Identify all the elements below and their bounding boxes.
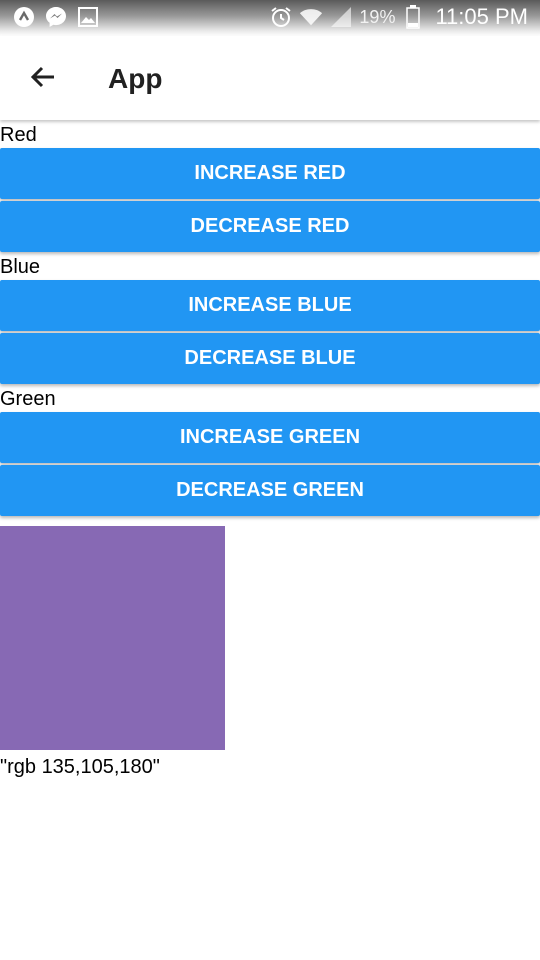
red-label: Red <box>0 124 37 146</box>
gallery-icon <box>76 5 100 29</box>
clock: 11:05 PM <box>435 4 528 29</box>
app-icon <box>12 5 36 29</box>
battery-icon <box>401 5 425 29</box>
color-controls: Red INCREASE RED DECREASE RED Blue INCRE… <box>0 122 540 518</box>
increase-red-button[interactable]: INCREASE RED <box>0 148 540 199</box>
page-title: App <box>108 63 163 94</box>
alarm-icon <box>269 5 293 29</box>
green-control-group: Green INCREASE GREEN DECREASE GREEN <box>0 386 540 516</box>
messenger-icon <box>44 5 68 29</box>
red-control-group: Red INCREASE RED DECREASE RED <box>0 122 540 252</box>
decrease-green-button[interactable]: DECREASE GREEN <box>0 465 540 516</box>
blue-control-group: Blue INCREASE BLUE DECREASE BLUE <box>0 254 540 384</box>
battery-percent: 19% <box>359 6 396 27</box>
increase-green-button[interactable]: INCREASE GREEN <box>0 412 540 463</box>
screen: 19% 11:05 PM App Red INCREASE RED DECREA… <box>0 0 540 960</box>
green-label: Green <box>0 388 56 410</box>
back-button[interactable] <box>22 58 64 100</box>
wifi-icon <box>299 5 323 29</box>
color-preview-swatch <box>0 526 225 750</box>
status-bar: 19% 11:05 PM <box>0 0 540 36</box>
status-indicators: 19% 11:05 PM <box>269 4 528 30</box>
increase-blue-button[interactable]: INCREASE BLUE <box>0 280 540 331</box>
blue-label: Blue <box>0 256 41 278</box>
arrow-back-icon <box>29 63 57 96</box>
notification-icons <box>12 5 100 29</box>
decrease-red-button[interactable]: DECREASE RED <box>0 201 540 252</box>
app-bar: App <box>0 36 540 120</box>
rgb-value-text: "rgb 135,105,180" <box>0 756 160 778</box>
signal-icon <box>329 5 353 29</box>
decrease-blue-button[interactable]: DECREASE BLUE <box>0 333 540 384</box>
